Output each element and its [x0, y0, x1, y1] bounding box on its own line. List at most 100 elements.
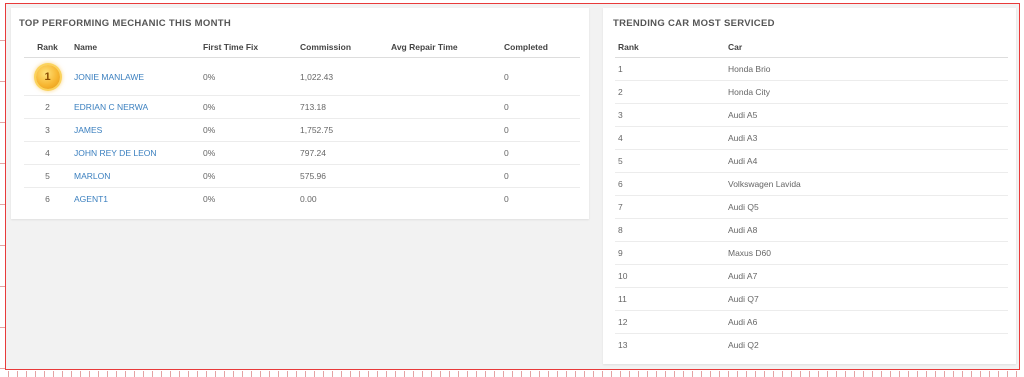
col-rank: Rank: [24, 37, 71, 58]
mechanic-link[interactable]: EDRIAN C NERWA: [74, 102, 148, 112]
car-cell: Volkswagen Lavida: [725, 172, 1008, 196]
name-cell: JONIE MANLAWE: [71, 57, 200, 96]
table-row: 5 MARLON 0% 575.96 0: [24, 164, 580, 188]
col-rank: Rank: [615, 37, 725, 58]
commission-cell: 797.24: [297, 141, 388, 165]
table-row: 9 Maxus D60: [615, 241, 1008, 265]
col-name: Name: [71, 37, 200, 58]
mechanic-link[interactable]: AGENT1: [74, 194, 108, 204]
commission-cell: 1,022.43: [297, 57, 388, 96]
table-row: 6 AGENT1 0% 0.00 0: [24, 187, 580, 210]
rank-cell: 5: [615, 149, 725, 173]
col-avg-repair-time: Avg Repair Time: [388, 37, 501, 58]
name-cell: JAMES: [71, 118, 200, 142]
car-cell: Audi A7: [725, 264, 1008, 288]
car-table-header: Rank Car: [615, 37, 1008, 58]
table-row: 11 Audi Q7: [615, 287, 1008, 311]
rank-cell: 7: [615, 195, 725, 219]
rank-cell: 6: [24, 187, 71, 210]
rank-cell: 2: [615, 80, 725, 104]
table-row: 1 JONIE MANLAWE 0% 1,022.43 0: [24, 57, 580, 96]
table-row: 5 Audi A4: [615, 149, 1008, 173]
trending-car-panel: TRENDING CAR MOST SERVICED Rank Car 1 Hon…: [603, 8, 1016, 364]
commission-cell: 0.00: [297, 187, 388, 210]
rank-cell: 10: [615, 264, 725, 288]
rank-cell: 11: [615, 287, 725, 311]
dashboard-frame: TOP PERFORMING MECHANIC THIS MONTH Rank …: [5, 3, 1020, 370]
mechanic-table: Rank Name First Time Fix Commission Avg …: [24, 37, 580, 210]
car-cell: Audi Q5: [725, 195, 1008, 219]
rank-cell: 2: [24, 95, 71, 119]
completed-cell: 0: [501, 164, 580, 188]
table-row: 12 Audi A6: [615, 310, 1008, 334]
car-cell: Audi A3: [725, 126, 1008, 150]
name-cell: JOHN REY DE LEON: [71, 141, 200, 165]
commission-cell: 575.96: [297, 164, 388, 188]
mechanic-table-header: Rank Name First Time Fix Commission Avg …: [24, 37, 580, 58]
col-first-time-fix: First Time Fix: [200, 37, 297, 58]
rank-cell: 8: [615, 218, 725, 242]
rank-cell: 3: [615, 103, 725, 127]
completed-cell: 0: [501, 118, 580, 142]
car-cell: Honda City: [725, 80, 1008, 104]
car-cell: Audi A5: [725, 103, 1008, 127]
car-cell: Audi Q7: [725, 287, 1008, 311]
top-mechanic-panel: TOP PERFORMING MECHANIC THIS MONTH Rank …: [11, 8, 589, 219]
avg-repair-time-cell: [388, 118, 501, 142]
table-row: 10 Audi A7: [615, 264, 1008, 288]
rank-cell: 4: [615, 126, 725, 150]
completed-cell: 0: [501, 187, 580, 210]
car-cell: Maxus D60: [725, 241, 1008, 265]
car-table: Rank Car 1 Honda Brio 2 Honda City 3 Audi A…: [615, 37, 1008, 356]
mechanic-link[interactable]: JAMES: [74, 125, 102, 135]
commission-cell: 713.18: [297, 95, 388, 119]
col-car: Car: [725, 37, 1008, 58]
rank-cell: 13: [615, 333, 725, 356]
car-cell: Audi A8: [725, 218, 1008, 242]
col-commission: Commission: [297, 37, 388, 58]
trending-car-title: TRENDING CAR MOST SERVICED: [613, 18, 775, 29]
col-completed: Completed: [501, 37, 580, 58]
table-row: 4 JOHN REY DE LEON 0% 797.24 0: [24, 141, 580, 165]
first-time-fix-cell: 0%: [200, 141, 297, 165]
car-cell: Honda Brio: [725, 57, 1008, 81]
mechanic-link[interactable]: JONIE MANLAWE: [74, 72, 144, 82]
first-time-fix-cell: 0%: [200, 95, 297, 119]
rank-cell: 1: [24, 57, 71, 96]
table-row: 3 JAMES 0% 1,752.75 0: [24, 118, 580, 142]
mechanic-link[interactable]: JOHN REY DE LEON: [74, 148, 157, 158]
rank-cell: 9: [615, 241, 725, 265]
completed-cell: 0: [501, 141, 580, 165]
rank-cell: 6: [615, 172, 725, 196]
rank-cell: 12: [615, 310, 725, 334]
table-row: 3 Audi A5: [615, 103, 1008, 127]
table-row: 13 Audi Q2: [615, 333, 1008, 356]
completed-cell: 0: [501, 57, 580, 96]
avg-repair-time-cell: [388, 141, 501, 165]
name-cell: EDRIAN C NERWA: [71, 95, 200, 119]
avg-repair-time-cell: [388, 95, 501, 119]
gold-medal-icon: 1: [35, 64, 60, 89]
table-row: 6 Volkswagen Lavida: [615, 172, 1008, 196]
top-mechanic-title: TOP PERFORMING MECHANIC THIS MONTH: [19, 18, 231, 29]
avg-repair-time-cell: [388, 187, 501, 210]
table-row: 1 Honda Brio: [615, 57, 1008, 81]
first-time-fix-cell: 0%: [200, 164, 297, 188]
rank-cell: 4: [24, 141, 71, 165]
car-cell: Audi A4: [725, 149, 1008, 173]
avg-repair-time-cell: [388, 164, 501, 188]
car-cell: Audi Q2: [725, 333, 1008, 356]
first-time-fix-cell: 0%: [200, 118, 297, 142]
table-row: 2 EDRIAN C NERWA 0% 713.18 0: [24, 95, 580, 119]
rank-cell: 1: [615, 57, 725, 81]
name-cell: MARLON: [71, 164, 200, 188]
avg-repair-time-cell: [388, 57, 501, 96]
name-cell: AGENT1: [71, 187, 200, 210]
completed-cell: 0: [501, 95, 580, 119]
car-cell: Audi A6: [725, 310, 1008, 334]
commission-cell: 1,752.75: [297, 118, 388, 142]
first-time-fix-cell: 0%: [200, 187, 297, 210]
rank-cell: 5: [24, 164, 71, 188]
table-row: 4 Audi A3: [615, 126, 1008, 150]
mechanic-link[interactable]: MARLON: [74, 171, 110, 181]
